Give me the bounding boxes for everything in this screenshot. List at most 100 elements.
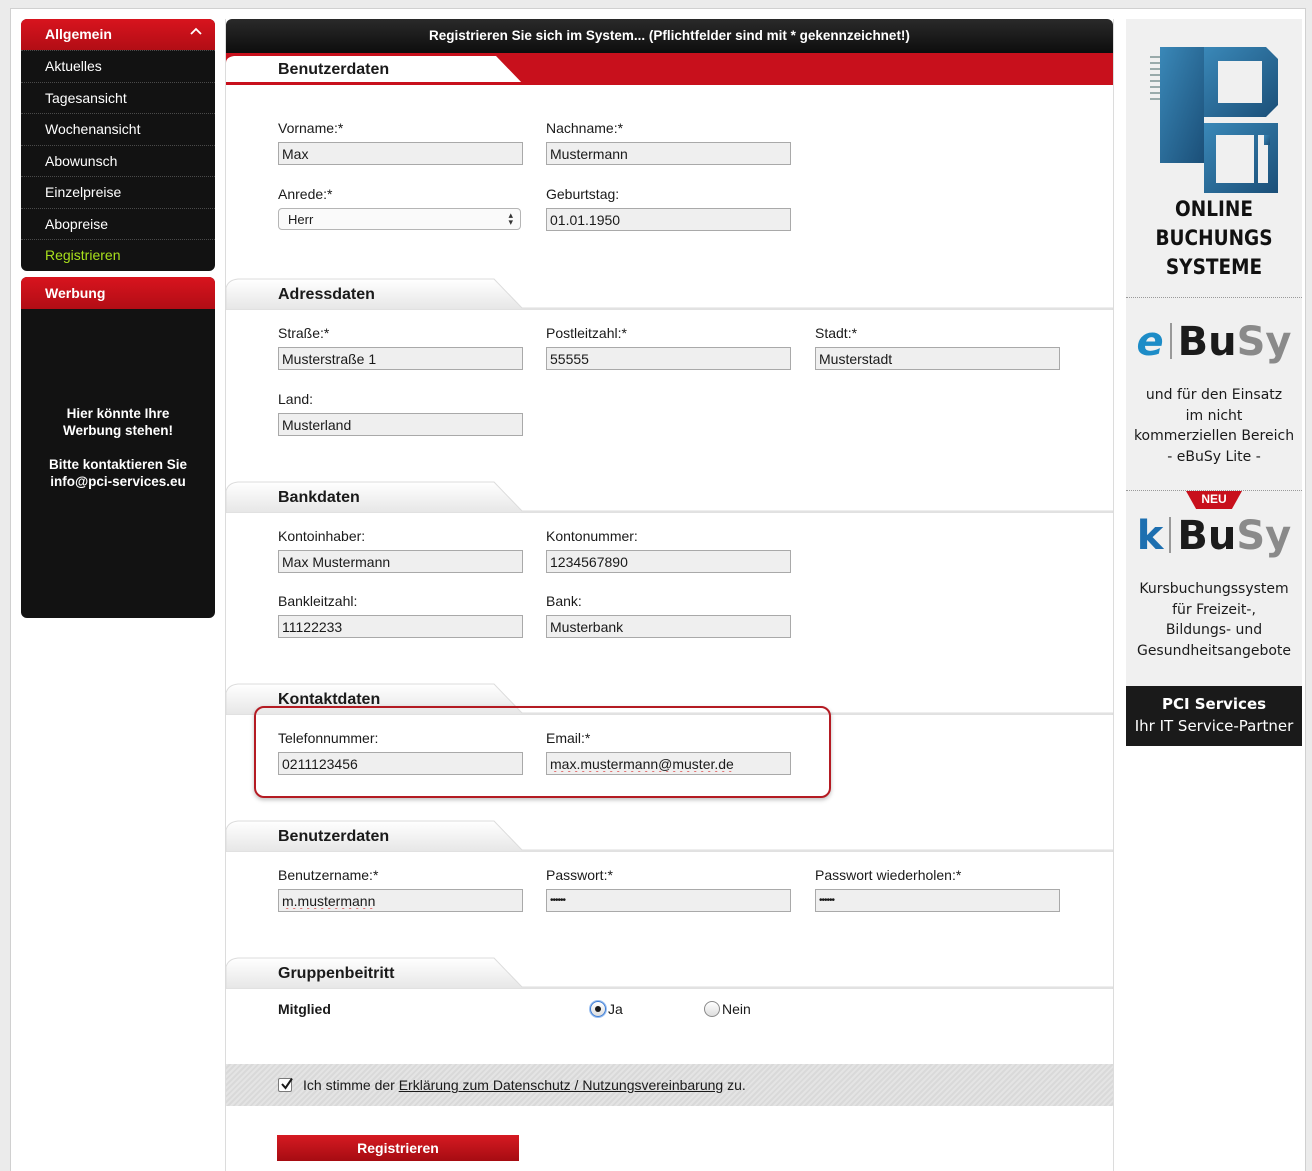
ad-line: Bitte kontaktieren Sie xyxy=(48,456,188,472)
bankleitzahl-input[interactable] xyxy=(278,615,523,638)
email-input[interactable] xyxy=(546,752,791,775)
kbusy-prefix: k xyxy=(1136,513,1164,559)
banner-title-line: ONLINE xyxy=(1175,197,1253,221)
member-label: Mitglied xyxy=(278,1001,331,1017)
land-field: Land: xyxy=(278,391,523,436)
nachname-input[interactable] xyxy=(546,142,791,165)
banner-title: ONLINE BUCHUNGS SYSTEME xyxy=(1137,195,1292,282)
telefon-field: Telefonnummer: xyxy=(278,730,523,775)
section-header: Bankdaten xyxy=(226,481,1113,513)
email-label: Email:* xyxy=(546,730,591,746)
telefon-input[interactable] xyxy=(278,752,523,775)
radio-ja[interactable]: Ja xyxy=(590,1001,623,1017)
email-field: Email:* xyxy=(546,730,791,775)
radio-nein[interactable]: Nein xyxy=(704,1001,751,1017)
anrede-selected-value: Herr xyxy=(288,212,314,227)
ebusy-text: - eBuSy Lite - xyxy=(1167,448,1261,465)
radio-dot-selected[interactable] xyxy=(590,1001,606,1017)
kbusy-description: Kursbuchungssystem für Freizeit-, Bildun… xyxy=(1126,579,1302,661)
strasse-label: Straße:* xyxy=(278,325,330,341)
bank-field: Bank: xyxy=(546,593,791,638)
menu-header-label: Allgemein xyxy=(45,26,112,42)
banner-footer: PCI Services Ihr IT Service-Partner xyxy=(1126,686,1302,746)
geburtstag-field: Geburtstag: xyxy=(546,186,791,231)
section-header: Benutzerdaten xyxy=(226,53,1113,85)
radio-nein-label: Nein xyxy=(722,1001,751,1017)
passwort-repeat-label: Passwort wiederholen:* xyxy=(815,867,962,883)
kontoinhaber-input[interactable] xyxy=(278,550,523,573)
section-login: Benutzerdaten xyxy=(226,820,1113,852)
section-title: Gruppenbeitritt xyxy=(278,965,395,982)
pci-logo xyxy=(1150,47,1278,193)
kbusy-text: für Freizeit-, xyxy=(1172,601,1256,618)
radio-ja-label: Ja xyxy=(608,1001,623,1017)
plz-input[interactable] xyxy=(546,347,791,370)
kbusy-sy: Sy xyxy=(1236,513,1292,559)
geburtstag-label: Geburtstag: xyxy=(546,186,620,202)
ebusy-sy: Sy xyxy=(1236,319,1292,365)
section-bank: Bankdaten xyxy=(226,481,1113,513)
nachname-label: Nachname:* xyxy=(546,120,624,136)
kontonummer-field: Kontonummer: xyxy=(546,528,791,573)
ebusy-logo: e BuSy xyxy=(1126,319,1302,365)
footer-slogan: Ihr IT Service-Partner xyxy=(1134,717,1294,735)
vorname-input[interactable] xyxy=(278,142,523,165)
consent-row: Ich stimme der Erklärung zum Datenschutz… xyxy=(226,1064,1113,1106)
ebusy-text: und für den Einsatz xyxy=(1145,387,1283,403)
ad-box: Werbung Hier könnte Ihre Werbung stehen! … xyxy=(21,276,215,618)
land-label: Land: xyxy=(278,391,314,407)
consent-checkbox[interactable] xyxy=(278,1077,293,1092)
register-button[interactable]: Registrieren xyxy=(277,1135,519,1161)
strasse-field: Straße:* xyxy=(278,325,523,370)
sidebar-item-abopreise[interactable]: Abopreise xyxy=(21,207,215,240)
passwort-repeat-field: Passwort wiederholen:* xyxy=(815,867,1060,912)
select-arrows-icon: ▴ ▾ xyxy=(508,210,513,227)
form-title: Registrieren Sie sich im System... (Pfli… xyxy=(226,19,1113,53)
sidebar-item-registrieren[interactable]: Registrieren xyxy=(21,239,215,271)
anrede-field: Anrede:* Herr ▴ ▾ xyxy=(278,186,521,230)
menu-header-allgemein[interactable]: Allgemein xyxy=(21,19,215,50)
kontonummer-input[interactable] xyxy=(546,550,791,573)
ad-header: Werbung xyxy=(21,276,215,309)
land-input[interactable] xyxy=(278,413,523,436)
sidebar-item-tagesansicht[interactable]: Tagesansicht xyxy=(21,81,215,114)
telefon-label: Telefonnummer: xyxy=(278,730,379,746)
ebusy-prefix: e xyxy=(1136,319,1164,365)
kbusy-text: Bildungs- und xyxy=(1165,622,1263,638)
sidebar: Allgemein Aktuelles Tagesansicht Wochena… xyxy=(21,19,215,618)
strasse-input[interactable] xyxy=(278,347,523,370)
section-title: Adressdaten xyxy=(278,286,375,303)
ebusy-text: im nicht xyxy=(1185,407,1243,424)
bankleitzahl-label: Bankleitzahl: xyxy=(278,593,358,609)
sidebar-item-einzelpreise[interactable]: Einzelpreise xyxy=(21,176,215,208)
section-title: Bankdaten xyxy=(278,489,360,506)
kontoinhaber-field: Kontoinhaber: xyxy=(278,528,523,573)
banner-divider xyxy=(1126,297,1302,298)
stadt-input[interactable] xyxy=(815,347,1060,370)
passwort-field: Passwort:* xyxy=(546,867,791,912)
kontoinhaber-label: Kontoinhaber: xyxy=(278,528,366,544)
ad-email: info@pci-services.eu xyxy=(50,473,186,489)
passwort-input[interactable] xyxy=(546,889,791,912)
plz-label: Postleitzahl:* xyxy=(546,325,627,341)
anrede-select[interactable]: Herr ▴ ▾ xyxy=(278,208,521,230)
vorname-label: Vorname:* xyxy=(278,120,344,136)
geburtstag-input[interactable] xyxy=(546,208,791,231)
stadt-field: Stadt:* xyxy=(815,325,1060,370)
radio-dot[interactable] xyxy=(704,1001,720,1017)
username-input[interactable] xyxy=(278,889,523,912)
product-banner[interactable]: ONLINE BUCHUNGS SYSTEME e BuSy und für de… xyxy=(1126,19,1302,746)
sidebar-item-wochenansicht[interactable]: Wochenansicht xyxy=(21,113,215,145)
chevron-up-icon[interactable] xyxy=(189,25,203,39)
passwort-repeat-input[interactable] xyxy=(815,889,1060,912)
privacy-terms-link[interactable]: Erklärung zum Datenschutz / Nutzungsvere… xyxy=(399,1077,724,1093)
section-title: Benutzerdaten xyxy=(278,61,390,78)
consent-text: Ich stimme der Erklärung zum Datenschutz… xyxy=(303,1077,746,1093)
bank-input[interactable] xyxy=(546,615,791,638)
section-title: Benutzerdaten xyxy=(278,828,390,845)
kontonummer-label: Kontonummer: xyxy=(546,528,638,544)
sidebar-item-aktuelles[interactable]: Aktuelles xyxy=(21,50,215,82)
plz-field: Postleitzahl:* xyxy=(546,325,791,370)
sidebar-item-abowunsch[interactable]: Abowunsch xyxy=(21,144,215,177)
banner-title-line: SYSTEME xyxy=(1165,255,1263,279)
